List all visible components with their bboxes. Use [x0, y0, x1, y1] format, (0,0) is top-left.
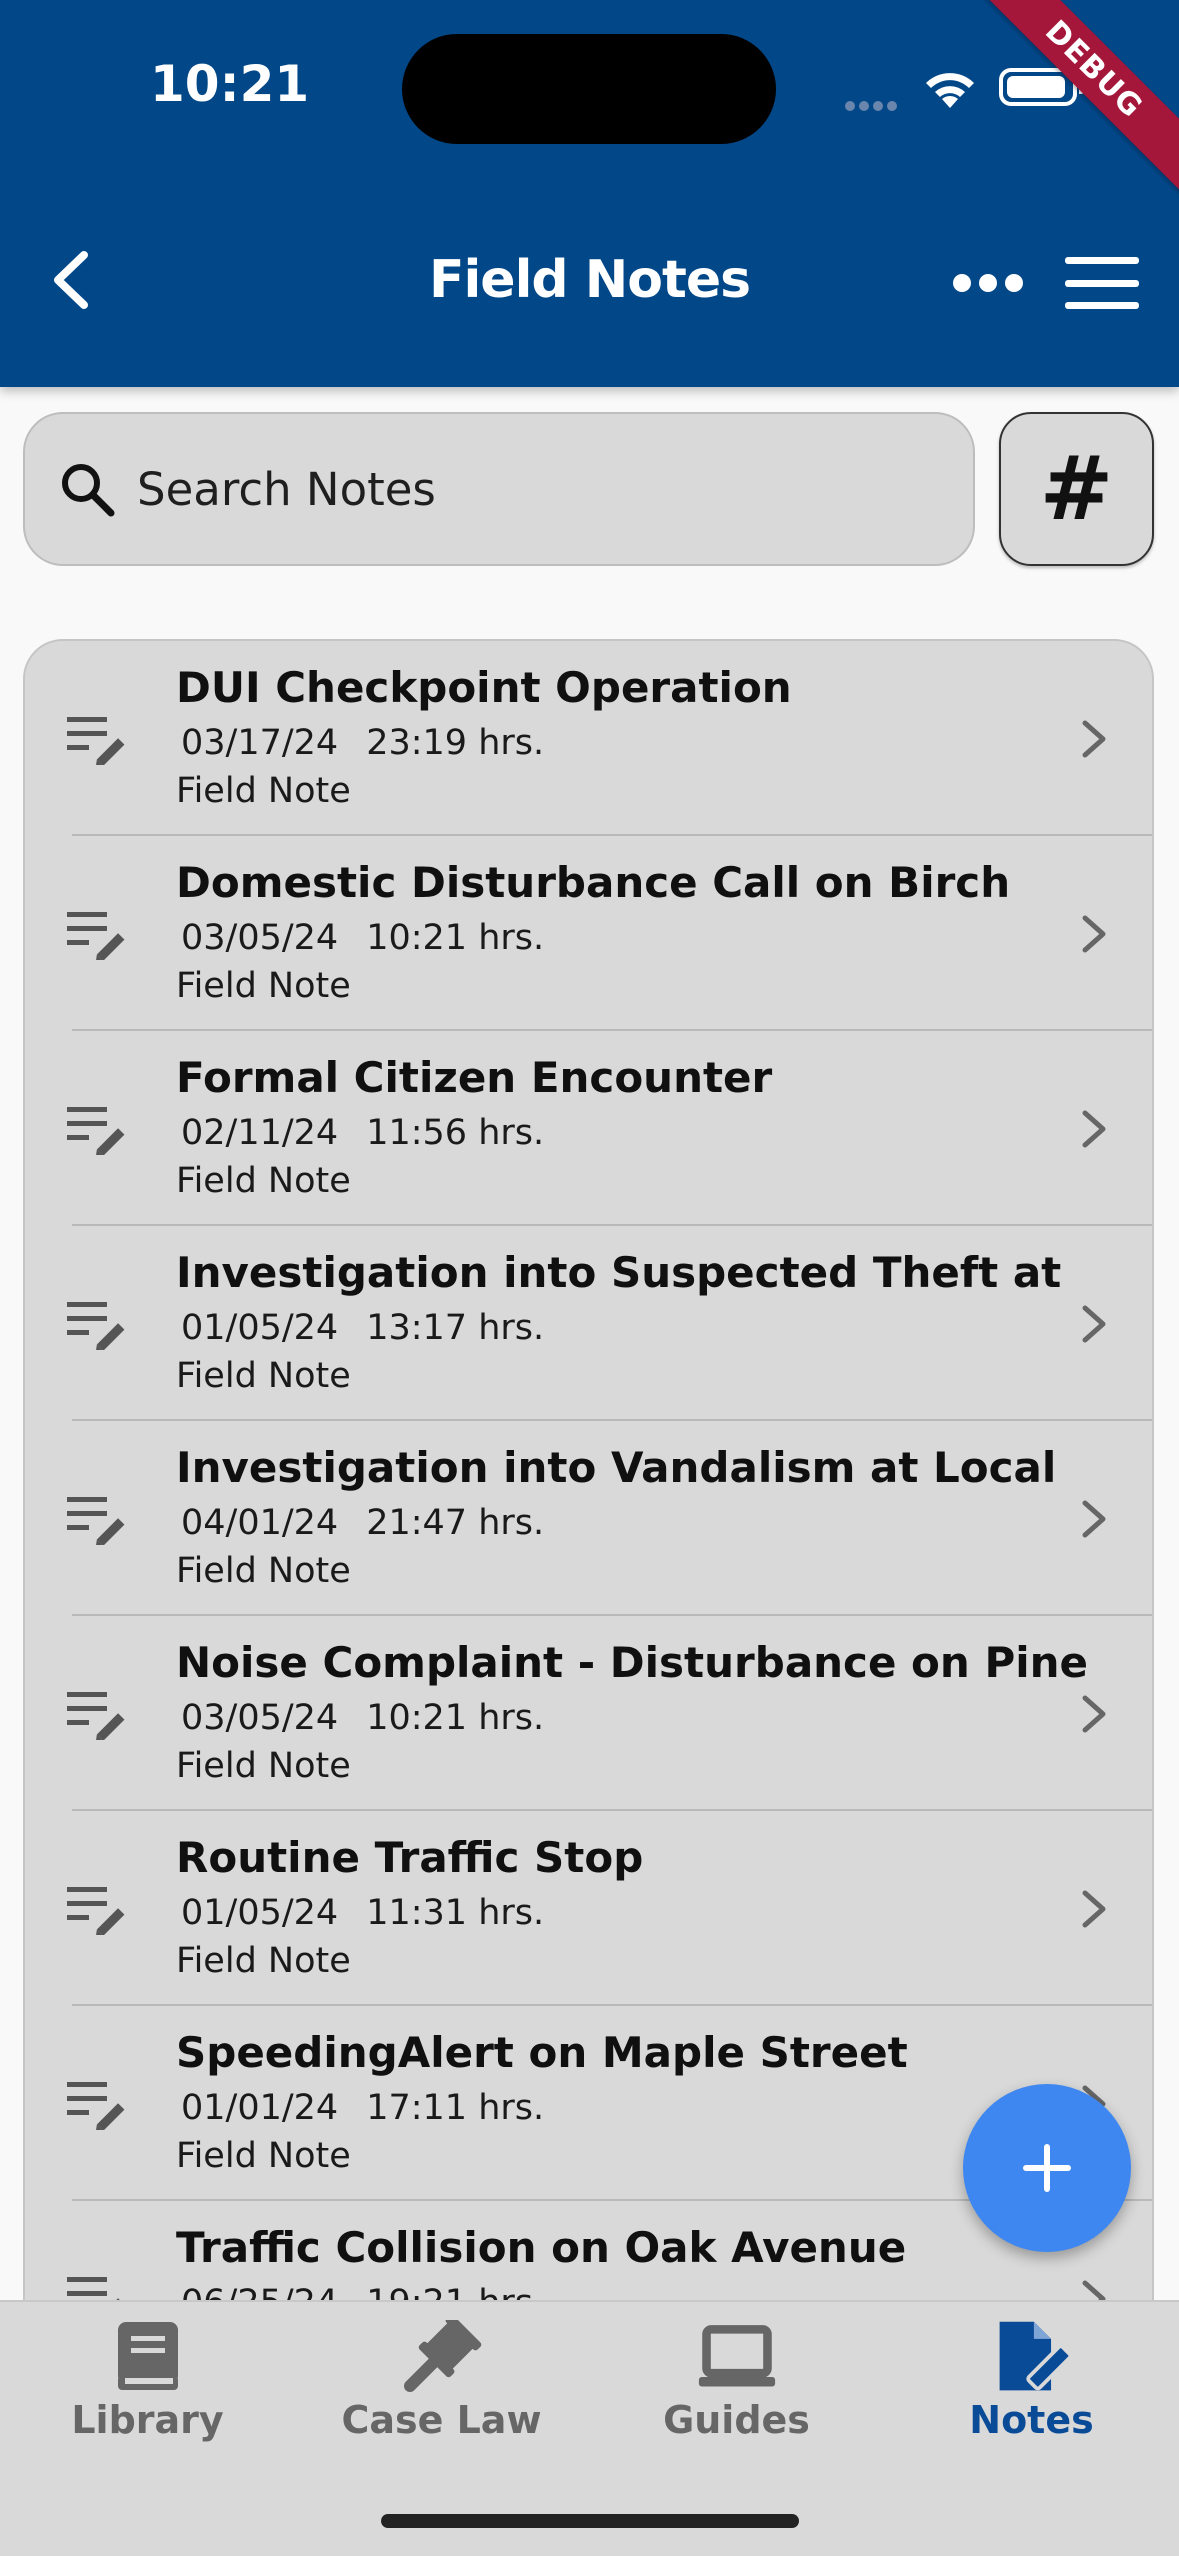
note-time: 13:17 hrs.: [366, 1308, 545, 1348]
chevron-right-icon: [1079, 914, 1109, 954]
note-edit-icon: [992, 2318, 1072, 2396]
note-title: Traffic Collision on Oak Avenue: [176, 2223, 907, 2272]
note-time: 11:31 hrs.: [366, 1893, 545, 1933]
nav-item-library[interactable]: Library: [0, 2318, 295, 2458]
dynamic-island: [402, 34, 776, 144]
note-row[interactable]: Domestic Disturbance Call on Birch 03/05/…: [25, 836, 1152, 1031]
add-note-button[interactable]: [963, 2084, 1131, 2252]
note-type: Field Note: [176, 1161, 351, 1201]
chevron-right-icon: [1079, 1694, 1109, 1734]
note-title: Investigation into Suspected Theft at: [176, 1248, 1062, 1297]
note-title: Routine Traffic Stop: [176, 1833, 644, 1882]
nav-label-notes: Notes: [969, 2398, 1094, 2442]
note-date: 02/11/24: [181, 1113, 339, 1153]
nav-label-case-law: Case Law: [341, 2398, 542, 2442]
home-indicator[interactable]: [381, 2514, 799, 2528]
note-datetime: 01/05/24 13:17 hrs.: [181, 1308, 544, 1348]
note-datetime: 01/01/24 17:11 hrs.: [181, 2088, 544, 2128]
note-type: Field Note: [176, 1746, 351, 1786]
note-edit-icon: [67, 1493, 125, 1547]
chevron-right-icon: [1079, 719, 1109, 759]
note-datetime: 03/05/24 10:21 hrs.: [181, 918, 544, 958]
note-row[interactable]: Formal Citizen Encounter 02/11/24 11:56 hr…: [25, 1031, 1152, 1226]
search-icon: [62, 464, 115, 517]
search-input[interactable]: [137, 462, 917, 516]
note-row[interactable]: Investigation into Suspected Theft at 01/…: [25, 1226, 1152, 1421]
note-row[interactable]: Routine Traffic Stop 01/05/24 11:31 hrs. Fi…: [25, 1811, 1152, 2006]
note-edit-icon: [67, 2078, 125, 2132]
plus-icon: [1023, 2144, 1071, 2192]
notes-list: DUI Checkpoint Operation 03/17/24 23:19 hr…: [23, 639, 1154, 2359]
note-type: Field Note: [176, 966, 351, 1006]
note-title: Investigation into Vandalism at Local: [176, 1443, 1057, 1492]
note-edit-icon: [67, 1688, 125, 1742]
note-title: DUI Checkpoint Operation: [176, 663, 792, 712]
note-type: Field Note: [176, 1941, 351, 1981]
tag-filter-button[interactable]: #: [999, 412, 1154, 566]
note-type: Field Note: [176, 1551, 351, 1591]
note-date: 01/01/24: [181, 2088, 339, 2128]
book-icon: [108, 2318, 188, 2396]
note-time: 11:56 hrs.: [366, 1113, 545, 1153]
note-time: 23:19 hrs.: [366, 723, 545, 763]
note-datetime: 03/17/24 23:19 hrs.: [181, 723, 544, 763]
hashtag-icon: #: [1039, 437, 1114, 540]
status-time: 10:21: [150, 55, 310, 113]
note-time: 10:21 hrs.: [366, 918, 545, 958]
note-row[interactable]: Noise Complaint - Disturbance on Pine 03/…: [25, 1616, 1152, 1811]
nav-label-guides: Guides: [663, 2398, 810, 2442]
nav-item-notes[interactable]: Notes: [884, 2318, 1179, 2458]
note-type: Field Note: [176, 771, 351, 811]
note-edit-icon: [67, 908, 125, 962]
more-options-button[interactable]: [945, 255, 1031, 311]
note-title: Domestic Disturbance Call on Birch: [176, 858, 1011, 907]
note-edit-icon: [67, 1103, 125, 1157]
note-datetime: 04/01/24 21:47 hrs.: [181, 1503, 544, 1543]
note-edit-icon: [67, 713, 125, 767]
nav-item-guides[interactable]: Guides: [589, 2318, 884, 2458]
note-date: 03/05/24: [181, 918, 339, 958]
note-title: SpeedingAlert on Maple Street: [176, 2028, 908, 2077]
chevron-right-icon: [1079, 1109, 1109, 1149]
note-date: 04/01/24: [181, 1503, 339, 1543]
note-edit-icon: [67, 1883, 125, 1937]
note-date: 01/05/24: [181, 1308, 339, 1348]
laptop-icon: [697, 2318, 777, 2396]
screen: 10:21 DEBUG Field Notes # DUI Checkpoint…: [0, 0, 1179, 2556]
note-type: Field Note: [176, 2136, 351, 2176]
app-header: 10:21 DEBUG Field Notes: [0, 0, 1179, 387]
nav-label-library: Library: [71, 2398, 224, 2442]
note-date: 01/05/24: [181, 1893, 339, 1933]
note-time: 10:21 hrs.: [366, 1698, 545, 1738]
note-date: 03/17/24: [181, 723, 339, 763]
chevron-right-icon: [1079, 1889, 1109, 1929]
note-type: Field Note: [176, 1356, 351, 1396]
hamburger-menu-button[interactable]: [1065, 255, 1145, 311]
search-bar[interactable]: [23, 412, 975, 566]
note-time: 17:11 hrs.: [366, 2088, 545, 2128]
note-datetime: 02/11/24 11:56 hrs.: [181, 1113, 544, 1153]
note-row[interactable]: DUI Checkpoint Operation 03/17/24 23:19 hr…: [25, 641, 1152, 836]
note-title: Formal Citizen Encounter: [176, 1053, 773, 1102]
note-date: 03/05/24: [181, 1698, 339, 1738]
chevron-right-icon: [1079, 1304, 1109, 1344]
note-datetime: 01/05/24 11:31 hrs.: [181, 1893, 544, 1933]
wifi-icon: [926, 73, 974, 108]
note-edit-icon: [67, 1298, 125, 1352]
note-row[interactable]: Investigation into Vandalism at Local 04/…: [25, 1421, 1152, 1616]
note-datetime: 03/05/24 10:21 hrs.: [181, 1698, 544, 1738]
note-title: Noise Complaint - Disturbance on Pine: [176, 1638, 1089, 1687]
chevron-right-icon: [1079, 1499, 1109, 1539]
note-time: 21:47 hrs.: [366, 1503, 545, 1543]
gavel-icon: [402, 2318, 482, 2396]
nav-item-case-law[interactable]: Case Law: [294, 2318, 589, 2458]
signal-icon: [845, 98, 901, 116]
